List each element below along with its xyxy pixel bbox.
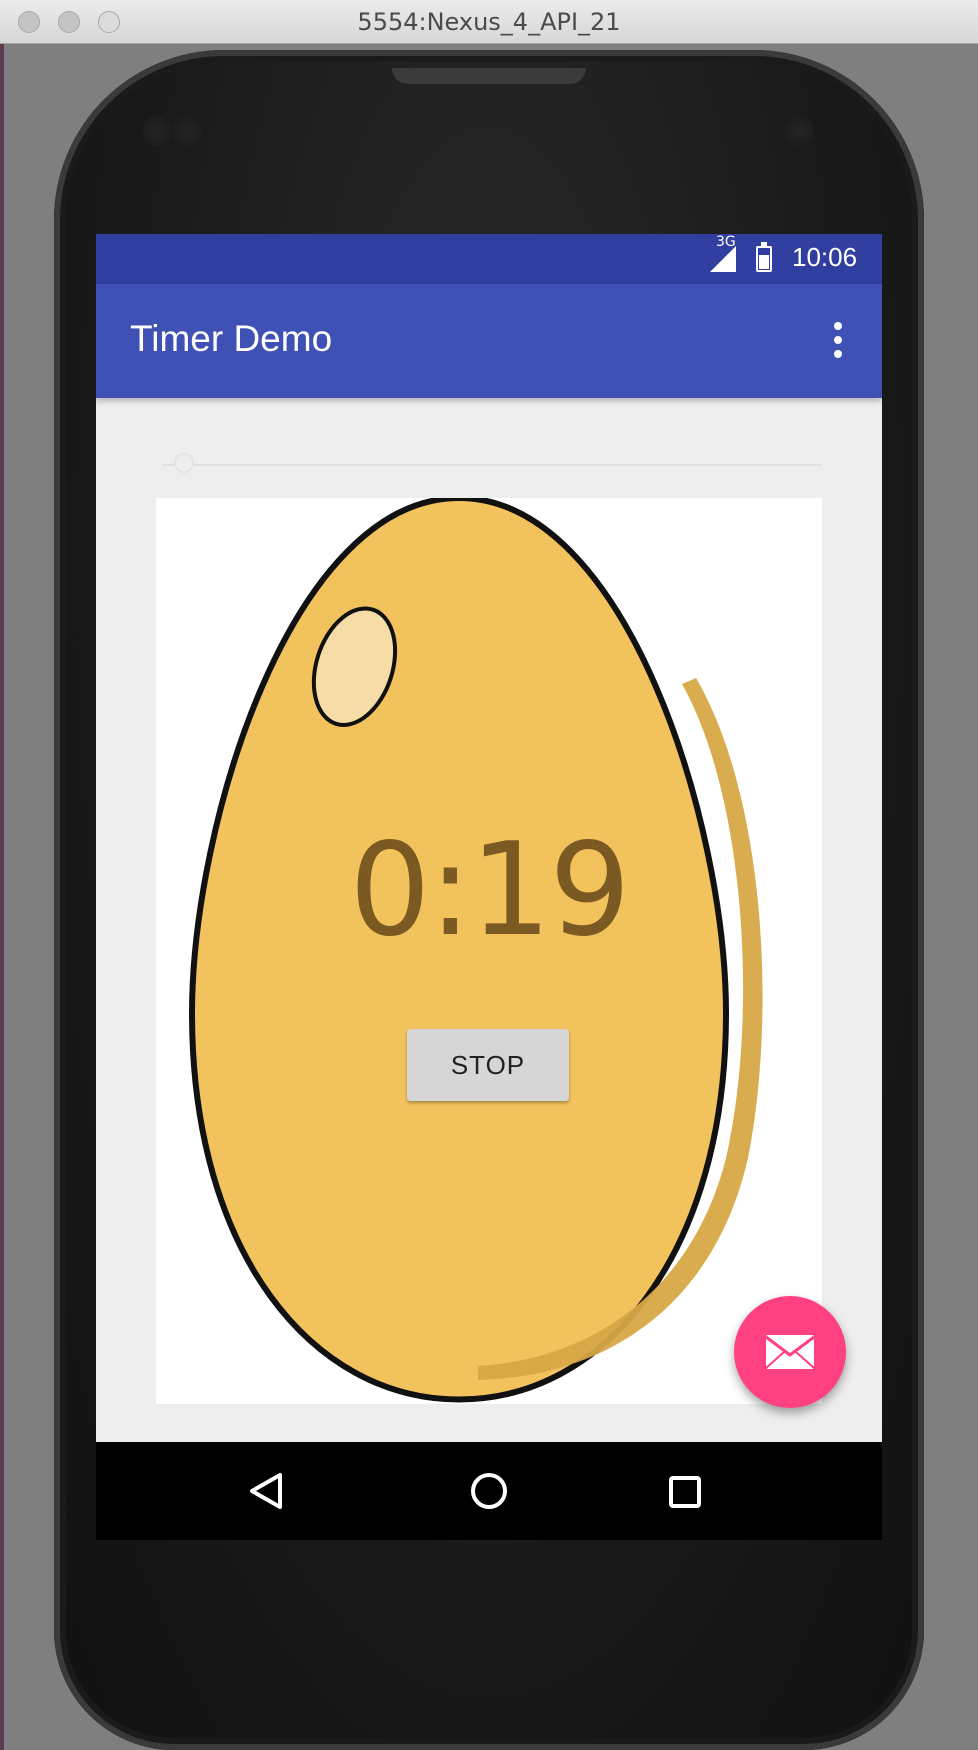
window-title: 5554:Nexus_4_API_21 [357, 8, 621, 36]
seekbar-thumb[interactable] [174, 453, 194, 473]
timer-display: 0:19 [349, 816, 630, 965]
battery-icon [756, 242, 772, 272]
timer-seekbar[interactable] [162, 464, 822, 466]
recents-icon[interactable] [669, 1476, 701, 1508]
app-title: Timer Demo [130, 318, 333, 359]
proximity-sensor [142, 116, 172, 146]
email-fab[interactable] [734, 1296, 846, 1408]
status-bar: 3G 10:06 [96, 234, 882, 284]
more-vert-icon[interactable] [832, 322, 844, 362]
email-icon [765, 1335, 815, 1369]
signal-icon [710, 246, 736, 272]
front-camera [784, 116, 814, 146]
back-icon[interactable] [250, 1473, 282, 1509]
status-time: 10:06 [792, 242, 858, 272]
desktop-edge [0, 44, 4, 1750]
app-toolbar: Timer Demo [96, 284, 882, 398]
navigation-bar [96, 1442, 882, 1540]
device-screen: 3G 10:06 Timer Demo 0:19 STOP [96, 234, 882, 1540]
stop-button[interactable]: STOP [407, 1029, 569, 1101]
light-sensor [172, 116, 202, 146]
window-title-bar: 5554:Nexus_4_API_21 [0, 0, 978, 44]
earpiece-speaker [392, 68, 586, 84]
nav-icons [250, 1473, 701, 1509]
home-icon[interactable] [471, 1473, 507, 1509]
